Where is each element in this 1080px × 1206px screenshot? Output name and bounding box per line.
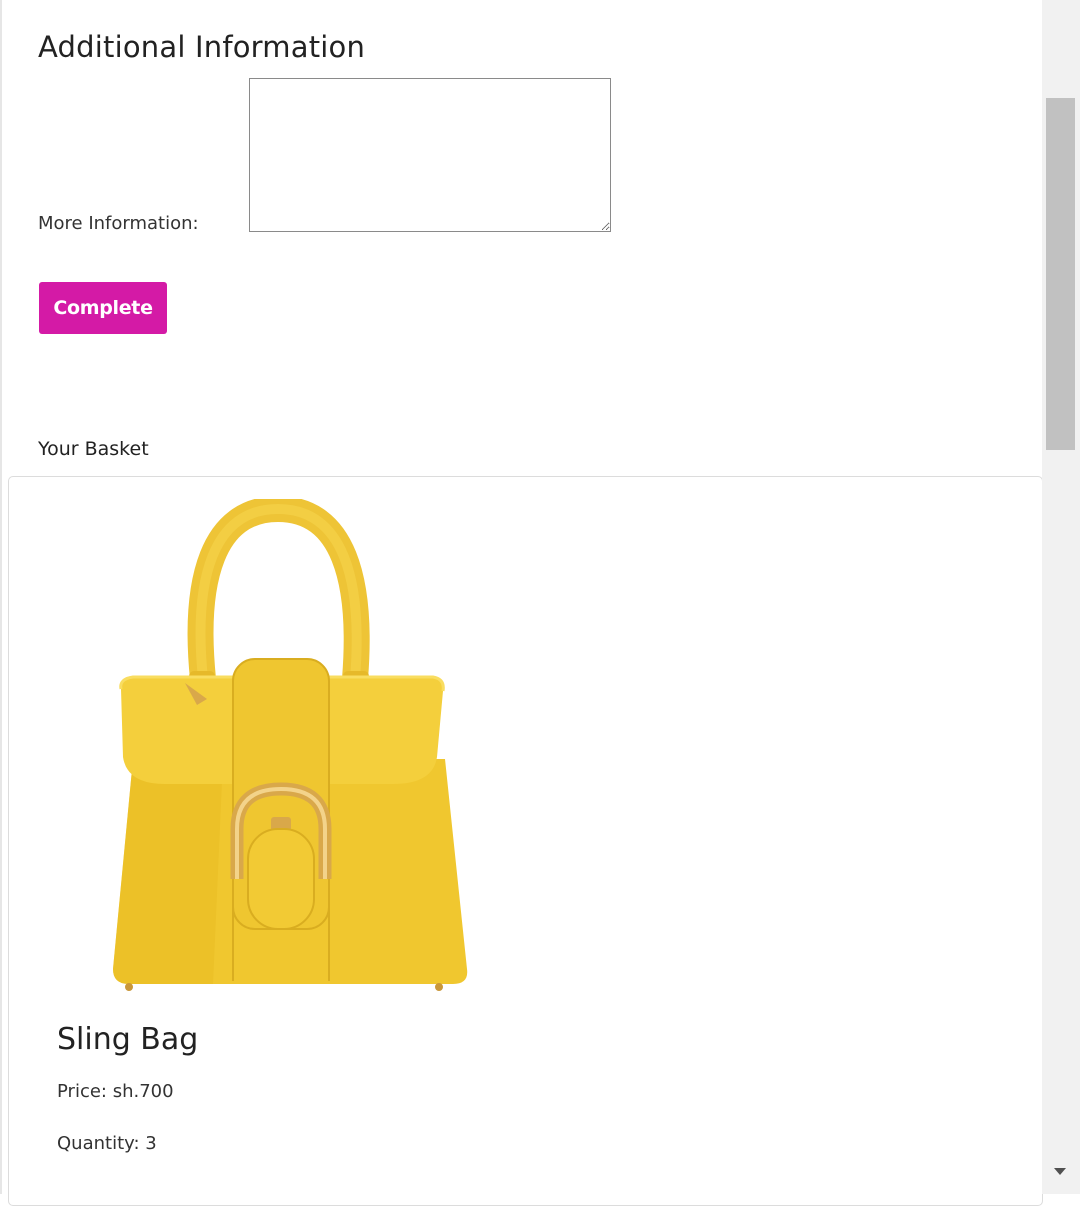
page-content: Additional Information More Information:… (0, 0, 1043, 1206)
yellow-handbag-image (113, 499, 468, 991)
basket-item-card: Sling Bag Price: sh.700 Quantity: 3 (8, 476, 1043, 1206)
additional-information-heading: Additional Information (38, 30, 366, 64)
scroll-down-arrow-icon[interactable] (1054, 1168, 1066, 1175)
product-name: Sling Bag (57, 1022, 199, 1057)
more-information-textarea[interactable] (249, 78, 611, 232)
product-price: Price: sh.700 (57, 1081, 174, 1102)
scrollbar-thumb[interactable] (1046, 98, 1075, 450)
product-quantity: Quantity: 3 (57, 1133, 157, 1154)
more-information-label: More Information: (38, 213, 199, 234)
your-basket-label: Your Basket (38, 438, 149, 460)
vertical-scrollbar[interactable] (1042, 0, 1080, 1194)
complete-button[interactable]: Complete (39, 282, 167, 334)
